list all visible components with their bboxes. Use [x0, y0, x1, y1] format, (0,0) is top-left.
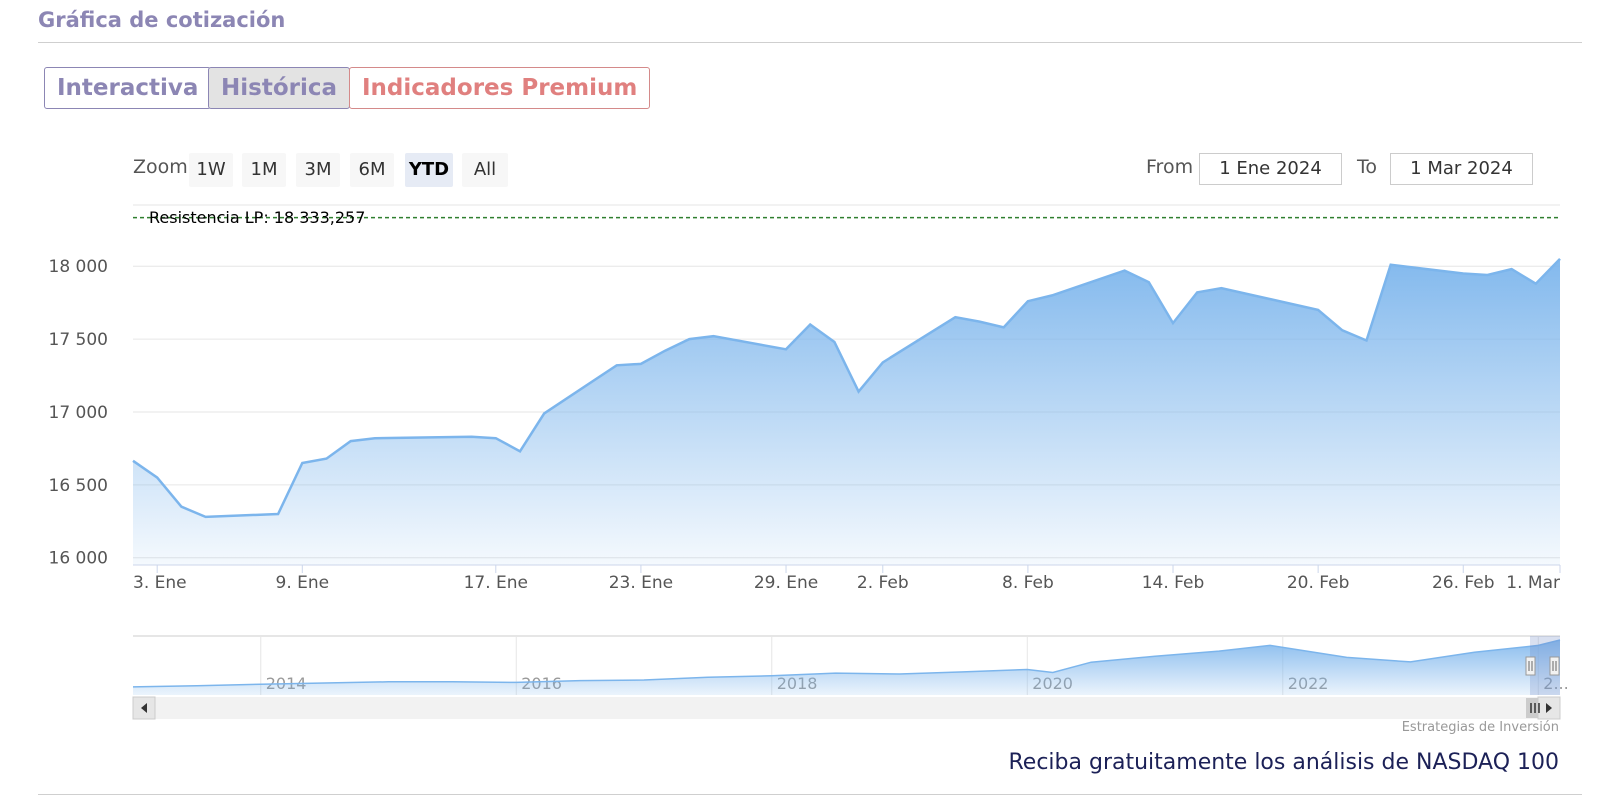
price-point[interactable]: [204, 515, 208, 519]
price-point[interactable]: [276, 512, 280, 516]
price-point[interactable]: [1123, 269, 1127, 273]
y-tick-label: 18 000: [49, 257, 108, 277]
price-point[interactable]: [1219, 286, 1223, 290]
price-point[interactable]: [131, 459, 135, 463]
price-point[interactable]: [349, 439, 353, 443]
y-tick-label: 17 000: [49, 403, 108, 423]
price-point[interactable]: [978, 320, 982, 324]
price-point[interactable]: [494, 436, 498, 440]
x-tick-label: 9. Ene: [276, 573, 330, 593]
x-tick-label: 17. Ene: [464, 573, 528, 593]
price-point[interactable]: [470, 435, 474, 439]
price-point[interactable]: [711, 334, 715, 338]
navigator-handle[interactable]: [1549, 656, 1560, 676]
price-point[interactable]: [687, 337, 691, 341]
price-point[interactable]: [953, 315, 957, 319]
price-point[interactable]: [1050, 293, 1054, 297]
y-tick-label: 16 000: [49, 549, 108, 569]
price-point[interactable]: [518, 449, 522, 453]
bottom-divider: [38, 794, 1582, 795]
newsletter-link[interactable]: Reciba gratuitamente los análisis de NAS…: [1009, 750, 1560, 775]
price-point[interactable]: [1171, 321, 1175, 325]
price-point[interactable]: [881, 360, 885, 364]
y-tick-label: 16 500: [49, 476, 108, 496]
price-point[interactable]: [784, 347, 788, 351]
navigator-handle[interactable]: [1525, 656, 1536, 676]
x-tick-label: 26. Feb: [1432, 573, 1495, 593]
price-point[interactable]: [542, 411, 546, 415]
price-point[interactable]: [1340, 328, 1344, 332]
scrollbar-track[interactable]: [133, 697, 1560, 719]
price-point[interactable]: [155, 476, 159, 480]
price-point[interactable]: [1534, 282, 1538, 286]
x-tick-label: 29. Ene: [754, 573, 818, 593]
price-point[interactable]: [832, 340, 836, 344]
price-point[interactable]: [1147, 280, 1151, 284]
price-point[interactable]: [1002, 325, 1006, 329]
price-point[interactable]: [1365, 339, 1369, 343]
scrollbar-thumb[interactable]: [1526, 698, 1538, 718]
price-point[interactable]: [1510, 267, 1514, 271]
x-tick-label: 20. Feb: [1287, 573, 1350, 593]
resistance-label: Resistencia LP: 18 333,257: [149, 208, 365, 227]
price-point[interactable]: [179, 505, 183, 509]
price-point[interactable]: [1558, 257, 1562, 261]
price-point[interactable]: [808, 323, 812, 327]
x-tick-label: 2. Feb: [857, 573, 909, 593]
price-point[interactable]: [857, 390, 861, 394]
price-point[interactable]: [1485, 273, 1489, 277]
credit-label: Estrategias de Inversión: [1401, 720, 1559, 735]
x-tick-label: 1. Mar: [1506, 573, 1560, 593]
price-point[interactable]: [663, 349, 667, 353]
price-point[interactable]: [300, 461, 304, 465]
y-tick-label: 17 500: [49, 330, 108, 350]
price-point[interactable]: [324, 457, 328, 461]
price-point[interactable]: [373, 436, 377, 440]
x-tick-label: 3. Ene: [133, 573, 187, 593]
x-tick-label: 14. Feb: [1142, 573, 1205, 593]
price-point[interactable]: [615, 363, 619, 367]
price-point[interactable]: [639, 362, 643, 366]
price-point[interactable]: [1026, 299, 1030, 303]
price-point[interactable]: [1461, 272, 1465, 276]
price-point[interactable]: [1389, 263, 1393, 267]
price-point[interactable]: [1316, 308, 1320, 312]
x-tick-label: 23. Ene: [609, 573, 673, 593]
price-chart: Resistencia LP: 18 333,257 16 000 16 500 1…: [49, 204, 1569, 720]
price-point[interactable]: [1195, 290, 1199, 294]
x-tick-label: 8. Feb: [1002, 573, 1054, 593]
